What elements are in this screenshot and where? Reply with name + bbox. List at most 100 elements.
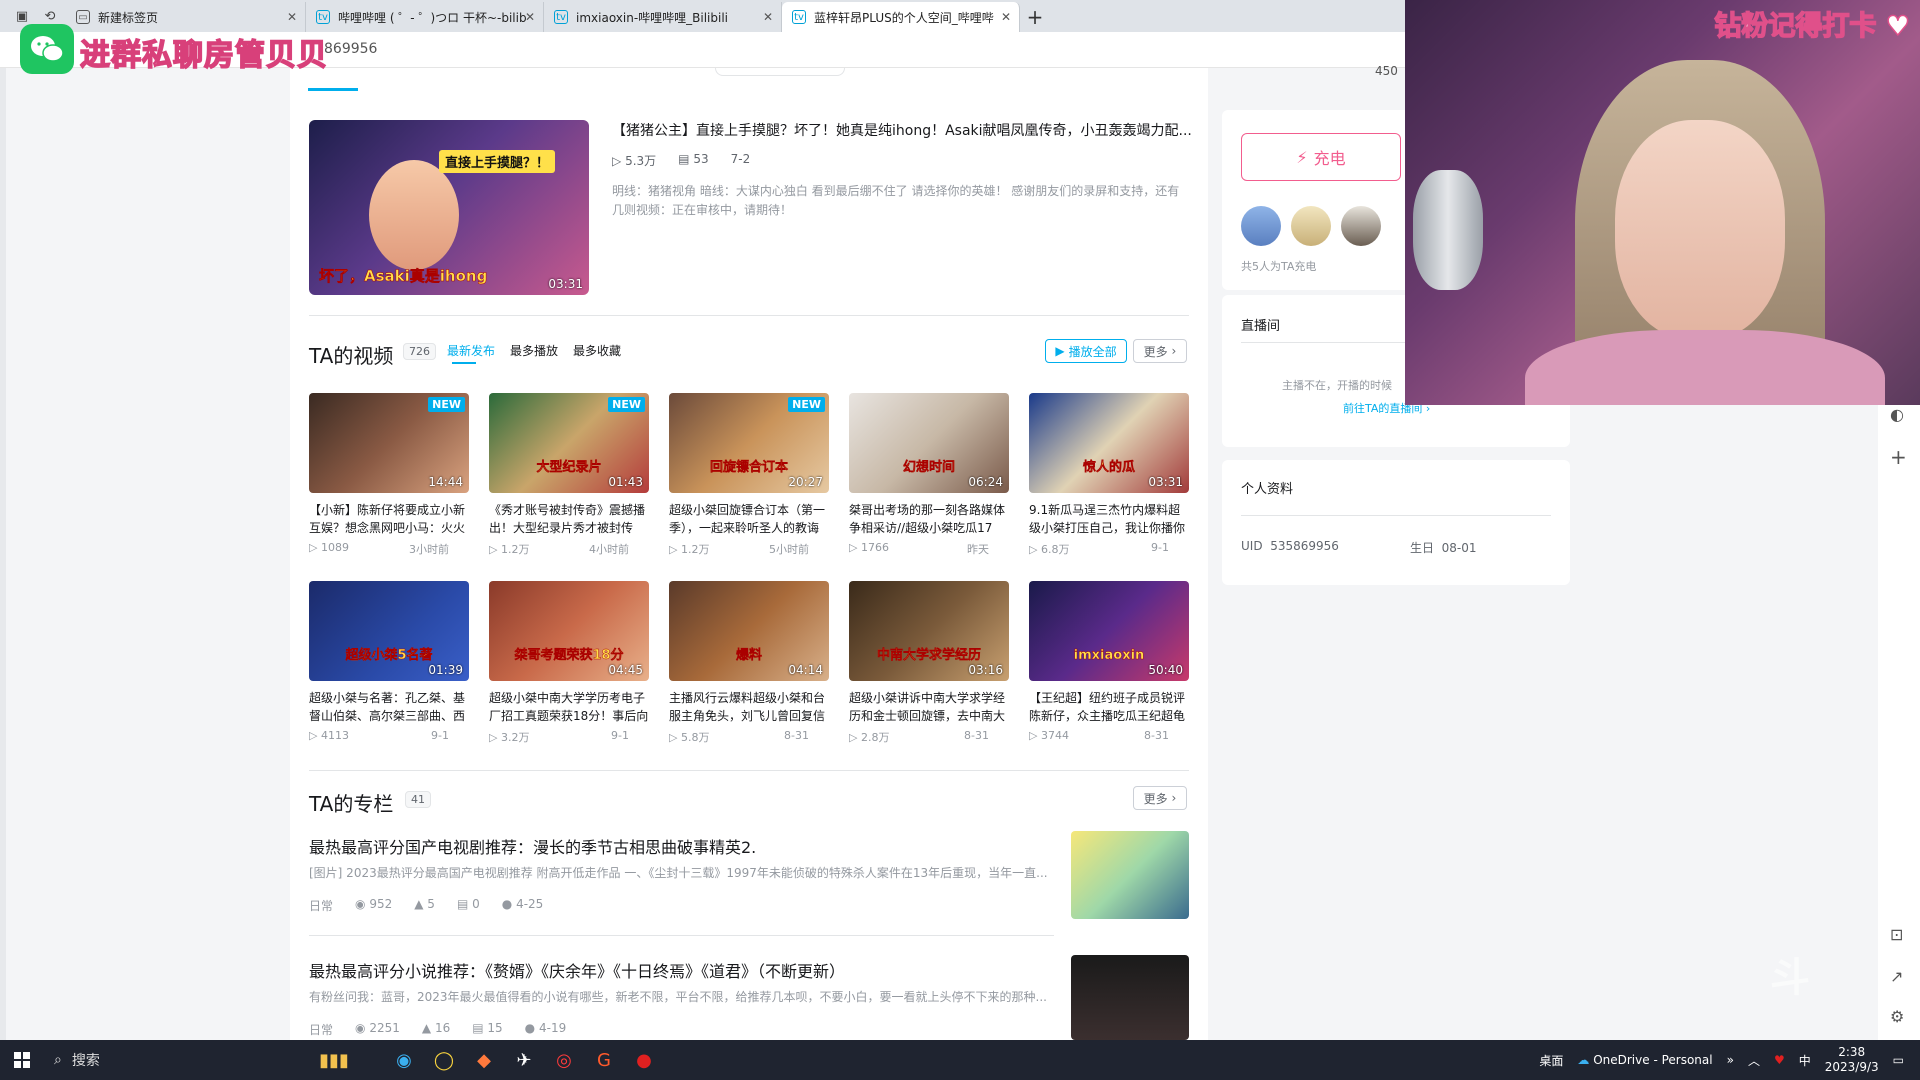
tab-most-favorited[interactable]: 最多收藏	[573, 342, 621, 359]
new-tab-button[interactable]: +	[1020, 2, 1050, 32]
charge-button[interactable]: ⚡ 充电	[1241, 133, 1401, 181]
play-icon: ▶	[1055, 344, 1065, 358]
articles-more-button[interactable]: 更多 ›	[1133, 786, 1187, 810]
app-icon[interactable]: ◆	[464, 1040, 504, 1080]
video-thumbnail[interactable]: NEW 回旋镖合订本 20:27	[669, 393, 829, 493]
play-icon: ▷	[1029, 729, 1038, 742]
video-card[interactable]: 惊人的瓜 03:31 9.1新瓜马逞三杰竹内爆料超级小桀打压自己，我让你播你 ▷ 6.…	[1029, 393, 1189, 557]
app-tray-icon[interactable]: ♥	[1774, 1053, 1785, 1067]
app-icon[interactable]: ◎	[544, 1040, 584, 1080]
video-title[interactable]: 桀哥出考场的那一刻各路媒体争相采访//超级小桀吃瓜17	[849, 501, 1009, 537]
tab-most-played[interactable]: 最多播放	[510, 342, 558, 359]
video-thumbnail[interactable]: NEW 14:44	[309, 393, 469, 493]
cloud-icon: ☁	[1577, 1053, 1590, 1067]
thumbnail-caption: 桀哥考题荣获18分	[514, 648, 624, 663]
video-card[interactable]: 桀哥考题荣获18分 04:45 超级小桀中南大学学历考电子厂招工真题荣获18分！事后…	[489, 581, 649, 745]
video-card[interactable]: 爆料 04:14 主播风行云爆料超级小桀和台服主角免头，刘飞儿曾回复信 ▷ 5.8万 8…	[669, 581, 829, 745]
browser-tab-space[interactable]: tv 蓝梓轩昂PLUS的个人空间_哔哩哔 ✕	[782, 2, 1020, 32]
video-thumbnail[interactable]: imxiaoxin 50:40	[1029, 581, 1189, 681]
app-icon[interactable]: ●	[624, 1040, 664, 1080]
featured-video-description: 明线：猪猪视角 暗线：大谋内心独白 看到最后绷不住了 请选择你的英雄！ 感谢朋友…	[612, 184, 1180, 217]
article-title[interactable]: 最热最高评分小说推荐：《赘婿》《庆余年》《十日终焉》《道君》（不断更新）	[309, 958, 845, 982]
video-meta: ▷ 3.2万 9-1	[489, 729, 649, 745]
nav-search-pill[interactable]	[715, 68, 845, 76]
windows-start-icon[interactable]	[0, 1040, 44, 1080]
app-icon[interactable]: ✈	[504, 1040, 544, 1080]
settings-gear-icon[interactable]: ⚙	[1890, 1007, 1904, 1026]
video-title[interactable]: 主播风行云爆料超级小桀和台服主角免头，刘飞儿曾回复信	[669, 689, 829, 725]
video-duration: 03:16	[968, 663, 1003, 677]
live-title: 直播间	[1241, 319, 1281, 334]
video-duration: 14:44	[428, 475, 463, 489]
chevron-up-icon[interactable]: ︿	[1748, 1052, 1760, 1069]
video-title[interactable]: 超级小桀讲诉中南大学求学经历和金士顿回旋镖，去中南大	[849, 689, 1009, 725]
videos-more-button[interactable]: 更多 ›	[1133, 339, 1187, 363]
featured-video-meta: ▷ 5.3万 ▤ 53 7-2	[612, 152, 750, 169]
tab-close-icon[interactable]: ✕	[1001, 10, 1011, 24]
tab-close-icon[interactable]: ✕	[525, 10, 535, 24]
taskbar-search[interactable]: ⌕ 搜索	[54, 1050, 254, 1070]
browser-tab-bilibili-home[interactable]: tv 哔哩哔哩 ( ゜- ゜)つロ 干杯~-bilib ✕	[306, 2, 544, 32]
bilibili-icon: tv	[554, 10, 568, 24]
play-count: ▷ 3744	[1029, 729, 1069, 742]
featured-video-title[interactable]: 【猪猪公主】直接上手摸腿？坏了！她真是纯ihong！Asaki献唱凤凰传奇，小丑…	[612, 120, 1192, 140]
widgets-icon[interactable]: ▮▮▮	[304, 1040, 364, 1080]
sidebar-app-icon[interactable]: ◐	[1890, 405, 1904, 424]
video-title[interactable]: 超级小桀回旋镖合订本（第一季），一起来聆听圣人的教诲	[669, 501, 829, 537]
video-card[interactable]: 超级小桀5名著 01:39 超级小桀与名著：孔乙桀、基督山伯桀、高尔桀三部曲、西 ▷ …	[309, 581, 469, 742]
video-title[interactable]: 9.1新瓜马逞三杰竹内爆料超级小桀打压自己，我让你播你	[1029, 501, 1189, 537]
avatar[interactable]	[1291, 206, 1331, 246]
ime-indicator[interactable]: 中	[1799, 1052, 1811, 1069]
video-thumbnail[interactable]: 超级小桀5名著 01:39	[309, 581, 469, 681]
desktop-label[interactable]: 桌面	[1539, 1052, 1563, 1069]
address-text[interactable]: 869956	[324, 41, 377, 57]
play-count: ▷ 2.8万	[849, 731, 890, 744]
section-divider	[309, 770, 1189, 771]
notification-icon[interactable]: ▭	[1893, 1053, 1904, 1067]
video-title[interactable]: 超级小桀与名著：孔乙桀、基督山伯桀、高尔桀三部曲、西	[309, 689, 469, 725]
video-card[interactable]: 中南大学求学经历 03:16 超级小桀讲诉中南大学求学经历和金士顿回旋镖，去中南大 ▷…	[849, 581, 1009, 745]
app-icon[interactable]: ◯	[424, 1040, 464, 1080]
article-title[interactable]: 最热最高评分国产电视剧推荐：漫长的季节古相思曲破事精英2.	[309, 834, 756, 858]
play-all-button[interactable]: ▶ 播放全部	[1045, 339, 1127, 363]
tab-close-icon[interactable]: ✕	[763, 10, 773, 24]
browser-tab-imxiaoxin[interactable]: tv imxiaoxin-哔哩哔哩_Bilibili ✕	[544, 2, 782, 32]
clock[interactable]: 2:38 2023/9/3	[1825, 1045, 1879, 1075]
video-card[interactable]: NEW 14:44 【小新】陈新仔将要成立小新互娱？想念黑网吧小马：火火 ▷ 1089…	[309, 393, 469, 557]
tab-latest[interactable]: 最新发布	[447, 342, 495, 359]
external-link-icon[interactable]: ↗	[1890, 967, 1903, 986]
onedrive-status[interactable]: ☁ OneDrive - Personal	[1577, 1053, 1712, 1067]
chevron-right-icon[interactable]: »	[1727, 1053, 1734, 1067]
add-icon[interactable]: +	[1890, 445, 1907, 469]
video-card[interactable]: NEW 大型纪录片 01:43 《秀才账号被封传奇》震撼播出！大型纪录片秀才被封传 ▷ …	[489, 393, 649, 557]
article-thumbnail[interactable]	[1071, 831, 1189, 919]
avatar[interactable]	[1241, 206, 1281, 246]
video-title[interactable]: 超级小桀中南大学学历考电子厂招工真题荣获18分！事后向	[489, 689, 649, 725]
featured-video-thumbnail[interactable]: 直接上手摸腿？！ 坏了，Asaki真是ihong 03:31	[309, 120, 589, 295]
edge-browser-icon[interactable]: ◉	[384, 1040, 424, 1080]
play-count: ▷ 1.2万	[669, 543, 710, 556]
video-title[interactable]: 【王纪超】纽约班子成员锐评陈新仔，众主播吃瓜王纪超龟	[1029, 689, 1189, 725]
video-thumbnail[interactable]: 幻想时间 06:24	[849, 393, 1009, 493]
video-card[interactable]: imxiaoxin 50:40 【王纪超】纽约班子成员锐评陈新仔，众主播吃瓜王纪超龟…	[1029, 581, 1189, 742]
video-card[interactable]: 幻想时间 06:24 桀哥出考场的那一刻各路媒体争相采访//超级小桀吃瓜17 ▷ 17…	[849, 393, 1009, 557]
video-thumbnail[interactable]: 桀哥考题荣获18分 04:45	[489, 581, 649, 681]
avatar[interactable]	[1341, 206, 1381, 246]
play-icon: ▷	[849, 541, 858, 554]
video-title[interactable]: 《秀才账号被封传奇》震撼播出！大型纪录片秀才被封传	[489, 501, 649, 537]
browser-tab-newtab[interactable]: ▭ 新建标签页 ✕	[66, 2, 306, 32]
videos-count-badge: 726	[403, 343, 436, 360]
app-icon[interactable]: G	[584, 1040, 624, 1080]
video-thumbnail[interactable]: 中南大学求学经历 03:16	[849, 581, 1009, 681]
video-title[interactable]: 【小新】陈新仔将要成立小新互娱？想念黑网吧小马：火火	[309, 501, 469, 537]
tab-close-icon[interactable]: ✕	[287, 10, 297, 24]
video-thumbnail[interactable]: NEW 大型纪录片 01:43	[489, 393, 649, 493]
video-thumbnail[interactable]: 爆料 04:14	[669, 581, 829, 681]
tab-title: 新建标签页	[98, 10, 159, 25]
article-thumbnail[interactable]	[1071, 955, 1189, 1040]
video-card[interactable]: NEW 回旋镖合订本 20:27 超级小桀回旋镖合订本（第一季），一起来聆听圣人的教诲…	[669, 393, 829, 557]
screenshot-icon[interactable]: ⊡	[1890, 925, 1903, 944]
play-count: ▷ 4113	[309, 729, 349, 742]
eye-icon: ◉	[355, 897, 366, 911]
video-thumbnail[interactable]: 惊人的瓜 03:31	[1029, 393, 1189, 493]
